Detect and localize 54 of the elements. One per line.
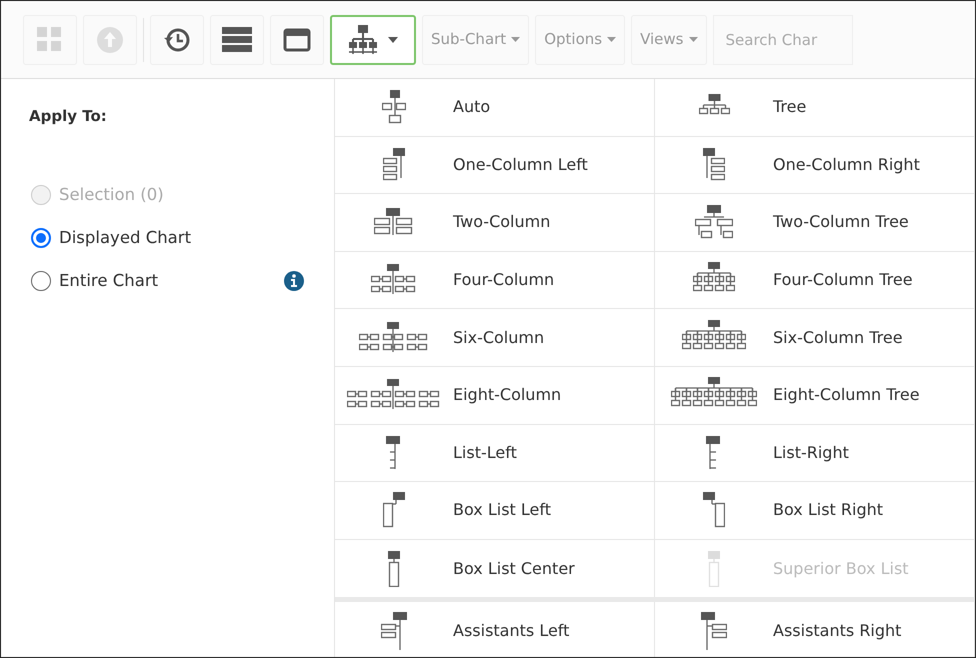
layout-option[interactable]: List-Right xyxy=(655,424,975,482)
layout-icon xyxy=(359,322,429,354)
org-chart-icon xyxy=(348,24,378,54)
layout-icon xyxy=(382,90,406,124)
toolbar-button[interactable] xyxy=(210,14,264,64)
layout-icon xyxy=(371,264,417,296)
layout-icon xyxy=(383,492,405,528)
layout-icon xyxy=(347,379,441,412)
layout-icon xyxy=(695,205,733,240)
layout-icon xyxy=(701,612,727,650)
layout-icon xyxy=(386,436,402,470)
layout-option[interactable]: Eight-Column Tree xyxy=(655,366,975,425)
layout-icon xyxy=(703,148,725,182)
caret-icon xyxy=(607,37,616,42)
radio-label: Entire Chart xyxy=(59,270,158,292)
layout-option[interactable]: Two-Column Tree xyxy=(655,194,975,252)
layout-option[interactable]: Assistants Left xyxy=(335,602,655,657)
layout-icon xyxy=(387,550,401,587)
layout-icon xyxy=(383,148,405,182)
radio-button[interactable] xyxy=(31,228,51,248)
layout-option[interactable]: Six-Column xyxy=(335,309,655,367)
list-icon xyxy=(221,24,253,54)
layout-option[interactable]: Box List Left xyxy=(335,482,655,540)
layout-icon xyxy=(374,208,414,236)
layout-option[interactable]: Auto xyxy=(335,79,655,137)
layout-option[interactable]: One-Column Left xyxy=(335,136,655,194)
layout-option[interactable]: Four-Column Tree xyxy=(655,252,975,310)
layout-option[interactable]: Eight-Column xyxy=(335,366,655,425)
layout-option[interactable]: Two-Column xyxy=(335,194,655,252)
radio-button[interactable] xyxy=(31,271,51,291)
layout-option[interactable]: Six-Column Tree xyxy=(655,309,975,367)
toolbar-button[interactable] xyxy=(150,14,204,64)
layout-option[interactable]: One-Column Right xyxy=(655,136,975,194)
layout-icon xyxy=(706,436,722,470)
layout-icon xyxy=(381,612,407,650)
window-icon xyxy=(283,26,311,52)
toolbar-button[interactable] xyxy=(270,14,324,64)
layout-option[interactable]: Four-Column xyxy=(335,252,655,310)
layout-icon xyxy=(703,492,725,528)
caret-icon xyxy=(388,36,398,42)
layout-option[interactable]: Assistants Right xyxy=(655,602,975,657)
arrow-up-circle-icon xyxy=(95,24,125,54)
layout-option[interactable]: Tree xyxy=(655,79,975,137)
layout-icon xyxy=(707,550,721,587)
panel-title: Apply To: xyxy=(29,106,108,127)
caret-icon xyxy=(688,37,698,42)
radio-label: Displayed Chart xyxy=(59,226,192,249)
layout-option[interactable]: Box List Center xyxy=(335,540,655,598)
radio-label: Selection (0) xyxy=(59,184,164,206)
layout-button[interactable] xyxy=(330,14,416,64)
layout-option[interactable]: List-Left xyxy=(335,424,655,482)
search-field[interactable]: Search Char xyxy=(712,14,852,64)
layout-option[interactable]: Box List Right xyxy=(655,482,975,540)
caret-icon xyxy=(511,37,520,42)
